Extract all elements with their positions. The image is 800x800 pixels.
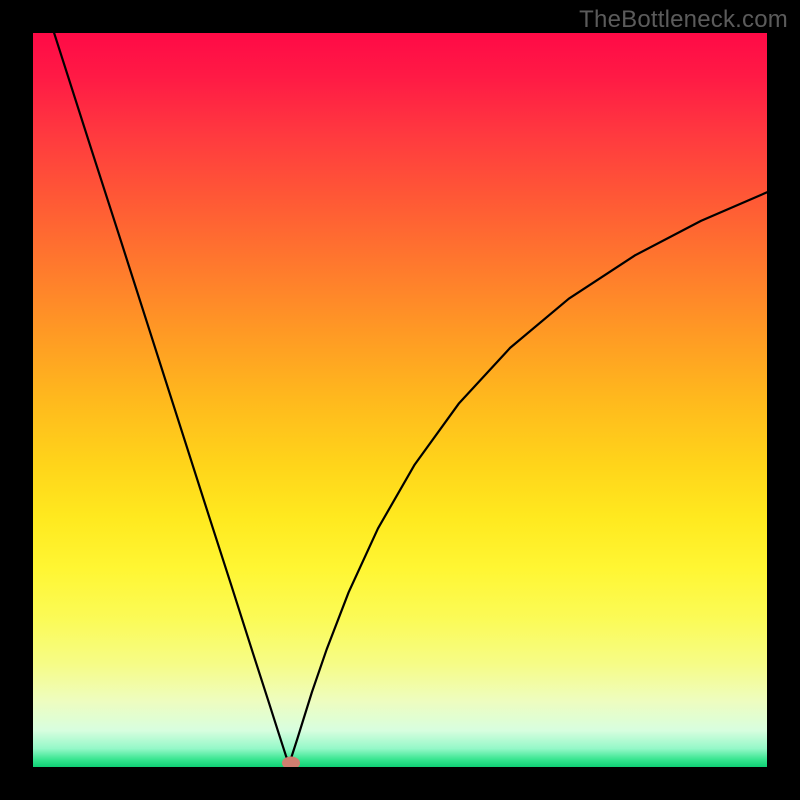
watermark-text: TheBottleneck.com: [579, 6, 788, 34]
minimum-marker: [282, 756, 300, 767]
chart-frame: TheBottleneck.com: [0, 0, 800, 800]
gradient-background: [33, 33, 767, 767]
plot-area: [33, 33, 767, 767]
